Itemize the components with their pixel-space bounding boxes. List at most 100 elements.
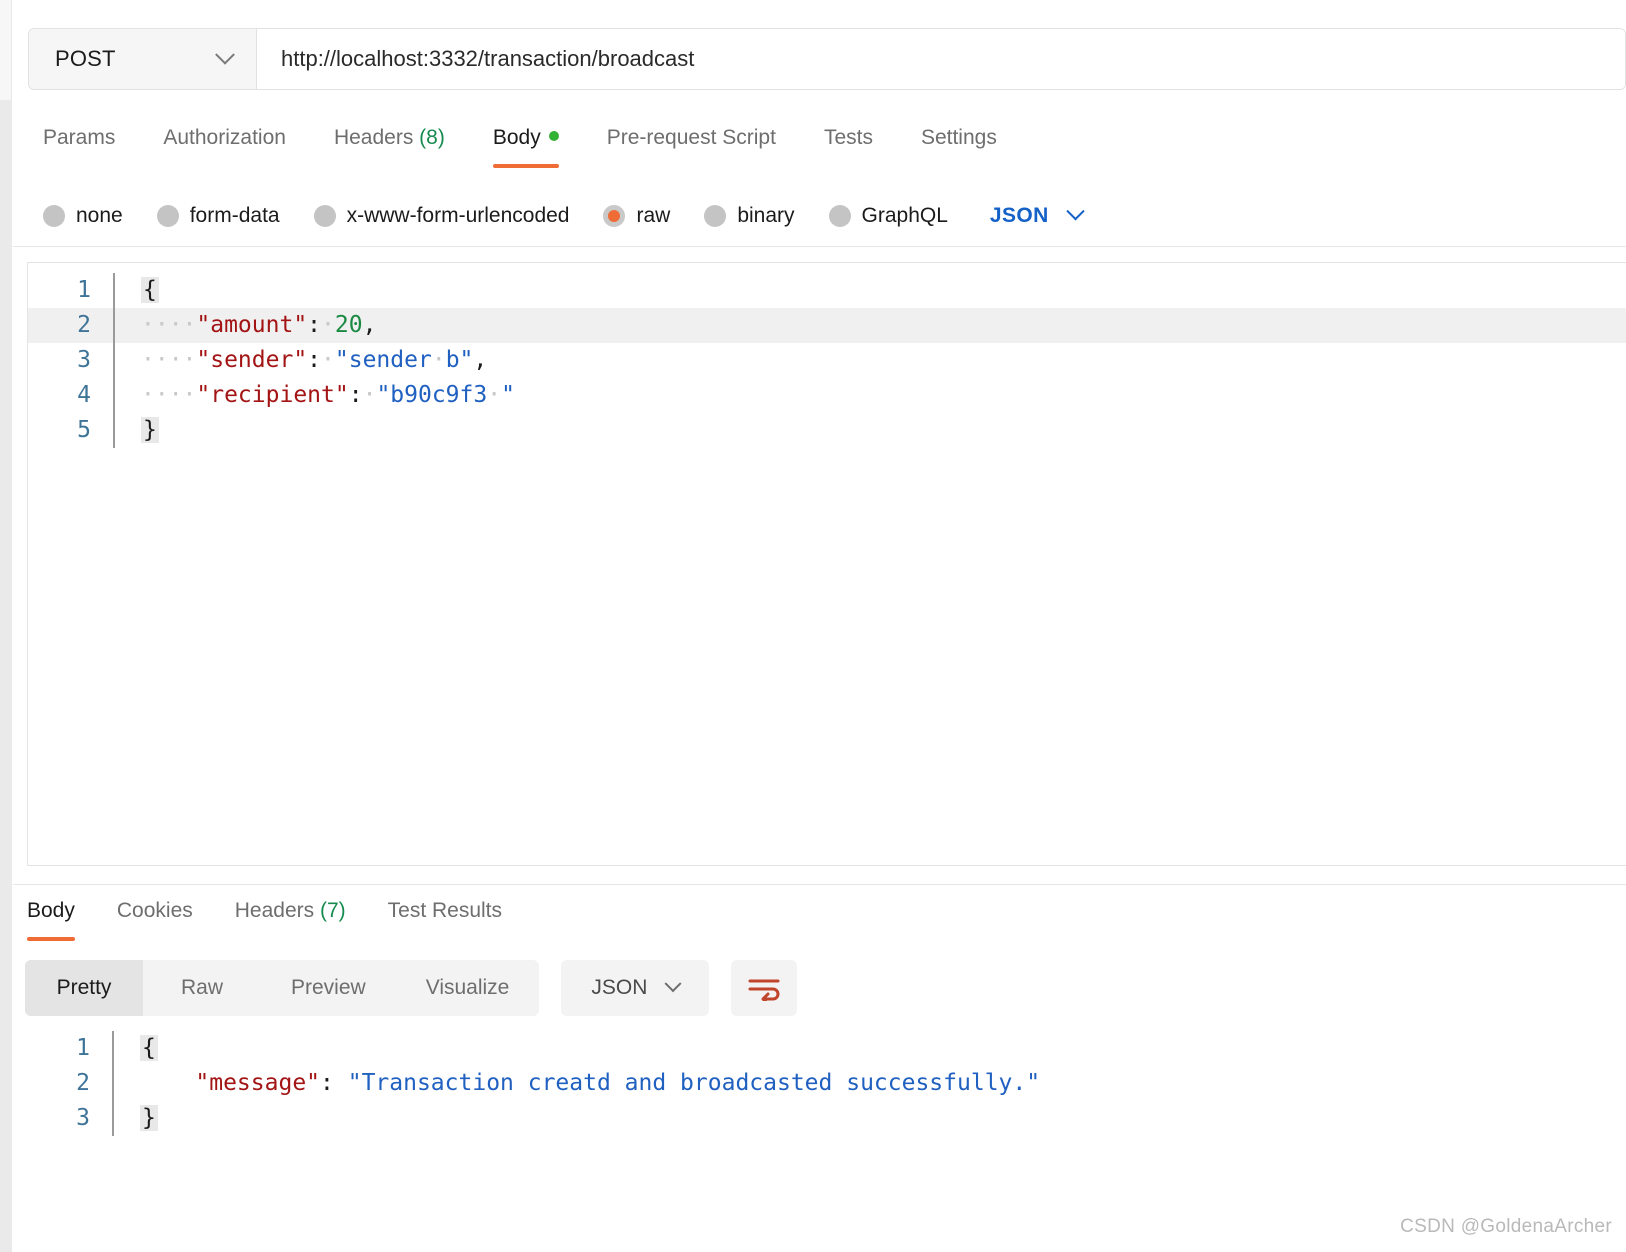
http-method-select[interactable]: POST [29,29,257,89]
code-line: 4 ····"recipient":·"b90c9f3·" [28,378,1626,413]
tab-label: Headers [234,899,315,922]
code-line: 1{ [27,1031,1626,1066]
line-number: 3 [77,347,91,373]
code-line-text: "message": "Transaction creatd and broad… [130,1066,1040,1101]
postman-request-pane: POST http://localhost:3332/transaction/b… [0,0,1626,1252]
line-number: 1 [76,1035,90,1061]
code-token-ws [140,1070,195,1096]
request-body-code[interactable]: 1{2 ····"amount":·20, 3 ····"sender":·"send… [28,263,1626,448]
response-body-viewer[interactable]: 1{2 "message": "Transaction creatd and b… [27,1025,1626,1165]
tab-label: Headers [333,126,414,149]
response-view-preview[interactable]: Preview [261,960,396,1016]
response-tab-test-results[interactable]: Test Results [388,885,502,941]
tab-label: Settings [920,126,997,149]
request-tabs: Params Authorization Headers (8) Body Pre-re… [13,112,1626,174]
code-token-str: "sender [334,347,432,373]
code-token-ws: ···· [141,312,197,338]
request-tab-headers[interactable]: Headers (8) [334,112,445,168]
code-line-text: } [131,413,159,448]
radio-label: form-data [189,203,280,227]
wrap-text-button[interactable] [731,960,798,1016]
code-fold-gutter [113,308,131,343]
code-token-punct: : [348,382,363,408]
radio-button-icon[interactable] [828,204,851,227]
code-fold-gutter [113,413,131,448]
code-token-ws: ···· [141,382,197,408]
code-token-ws: · [321,312,335,338]
tab-label: Body [492,126,541,149]
code-token-key: "message" [195,1070,321,1096]
url-input[interactable]: http://localhost:3332/transaction/broadc… [257,29,1625,89]
request-tab-tests[interactable]: Tests [824,112,873,168]
radio-button-icon[interactable] [156,204,179,227]
code-token-brace: { [140,1035,158,1061]
code-token-ws: · [431,347,446,373]
body-type-radio-raw[interactable]: raw [603,204,670,228]
code-fold-gutter [112,1031,130,1066]
radio-button-icon[interactable] [43,204,65,227]
code-token-key: "amount" [196,312,308,338]
code-token-punct: : [307,312,322,338]
response-toolbar: Pretty Raw Preview Visualize JSON [25,960,798,1016]
code-token-key: "recipient" [196,382,349,408]
request-tab-params[interactable]: Params [43,112,115,168]
code-token-punct: , [473,347,488,373]
request-tab-settings[interactable]: Settings [921,112,997,168]
tab-count-badge: (7) [314,899,346,922]
body-type-radio-none[interactable]: none [43,204,123,228]
raw-format-select[interactable]: JSON [990,202,1085,228]
chevron-down-icon [215,44,235,65]
response-tab-cookies[interactable]: Cookies [117,885,193,941]
code-fold-gutter [112,1066,130,1101]
request-tab-pre-request-script[interactable]: Pre-request Script [607,112,776,168]
response-tabs: Body Cookies Headers (7) Test Results [13,884,1626,946]
body-type-radio-graphql[interactable]: GraphQL [828,204,948,228]
response-body-code: 1{2 "message": "Transaction creatd and b… [27,1025,1626,1136]
code-token-str: " [501,382,515,408]
line-number: 1 [77,277,91,303]
response-tab-body[interactable]: Body [27,885,75,941]
response-view-pretty[interactable]: Pretty [25,960,143,1016]
body-type-radio-row: none form-data x-www-form-urlencoded raw bin… [13,185,1626,247]
code-line: 2 ····"amount":·20, [28,308,1626,343]
code-token-ws: · [321,347,335,373]
tab-label: Authorization [163,126,286,149]
code-token-str: "Transaction creatd and broadcasted succ… [347,1070,1041,1096]
request-tab-body[interactable]: Body [492,112,559,168]
http-method-label: POST [55,46,116,71]
radio-label: binary [737,203,795,227]
response-view-visualize[interactable]: Visualize [396,960,540,1016]
watermark: CSDN @GoldenaArcher [1400,1216,1612,1237]
body-type-radio-form-data[interactable]: form-data [156,203,280,228]
wrap-text-icon [748,979,780,1001]
code-line: 1{ [28,273,1626,308]
code-token-str: "b90c9f3 [376,382,488,408]
radio-button-icon[interactable] [313,204,336,227]
code-fold-gutter [112,1101,130,1136]
body-type-radio-binary[interactable]: binary [704,203,795,228]
radio-button-icon[interactable] [603,204,626,227]
code-token-punct: : [320,1070,348,1096]
tab-label: Params [43,126,116,149]
response-view-mode-group: Pretty Raw Preview Visualize [25,960,540,1016]
tab-label: Cookies [116,899,193,922]
code-token-punct: : [307,347,322,373]
vertical-scrollbar-thumb[interactable] [0,100,12,1252]
code-line-text: ····"sender":·"sender·b", [131,343,487,378]
code-token-ws: · [362,382,377,408]
tab-label: Test Results [387,899,503,922]
code-line: 2 "message": "Transaction creatd and bro… [27,1066,1626,1101]
code-line-text: } [130,1101,158,1136]
tab-label: Tests [823,126,873,149]
response-tab-headers[interactable]: Headers (7) [235,885,346,941]
tab-label: Body [27,899,75,922]
radio-button-icon[interactable] [704,204,727,227]
request-body-editor[interactable]: 1{2 ····"amount":·20, 3 ····"sender":·"send… [27,262,1626,866]
response-format-select[interactable]: JSON [561,960,710,1016]
request-tab-authorization[interactable]: Authorization [163,112,286,168]
response-view-raw[interactable]: Raw [143,960,261,1016]
body-type-radio-x-www-form-urlencoded[interactable]: x-www-form-urlencoded [313,204,569,228]
left-gutter [0,0,12,1252]
code-fold-gutter [113,343,131,378]
response-format-label: JSON [591,976,648,999]
